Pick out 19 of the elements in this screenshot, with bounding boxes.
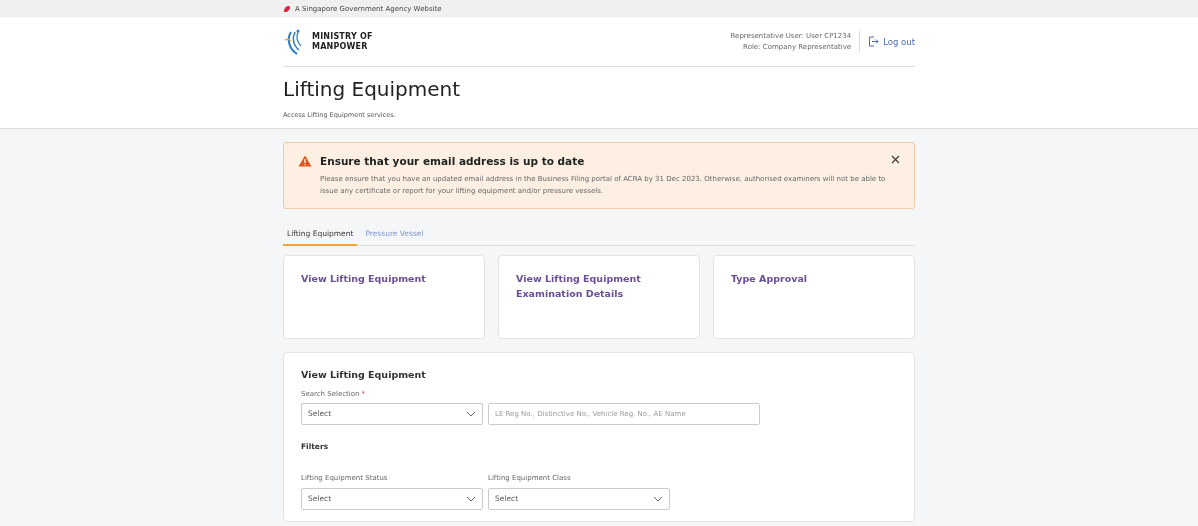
close-icon (891, 155, 900, 164)
logout-icon (868, 36, 880, 47)
alert-title: Ensure that your email address is up to date (320, 155, 585, 167)
chevron-down-icon (653, 495, 663, 502)
logo-text: MINISTRY OF (312, 32, 373, 42)
card-title[interactable]: Type Approval (731, 270, 897, 286)
warning-icon (298, 155, 312, 167)
card-title[interactable]: View Lifting Equipment (301, 270, 467, 286)
service-card[interactable]: Type Approval (713, 254, 915, 339)
logout-link[interactable]: Log out (868, 36, 915, 47)
chevron-down-icon (466, 410, 476, 417)
close-button[interactable] (891, 155, 900, 164)
chevron-down-icon (466, 495, 476, 502)
page-title: Lifting Equipment (283, 77, 462, 101)
form-title: View Lifting Equipment (301, 368, 427, 380)
card-title[interactable]: View Lifting Equipment Examination Details (516, 270, 682, 301)
logo-text: MANPOWER (312, 41, 369, 51)
service-card[interactable]: View Lifting Equipment Examination Details (498, 254, 700, 339)
service-card[interactable]: View Lifting Equipment (283, 254, 485, 339)
